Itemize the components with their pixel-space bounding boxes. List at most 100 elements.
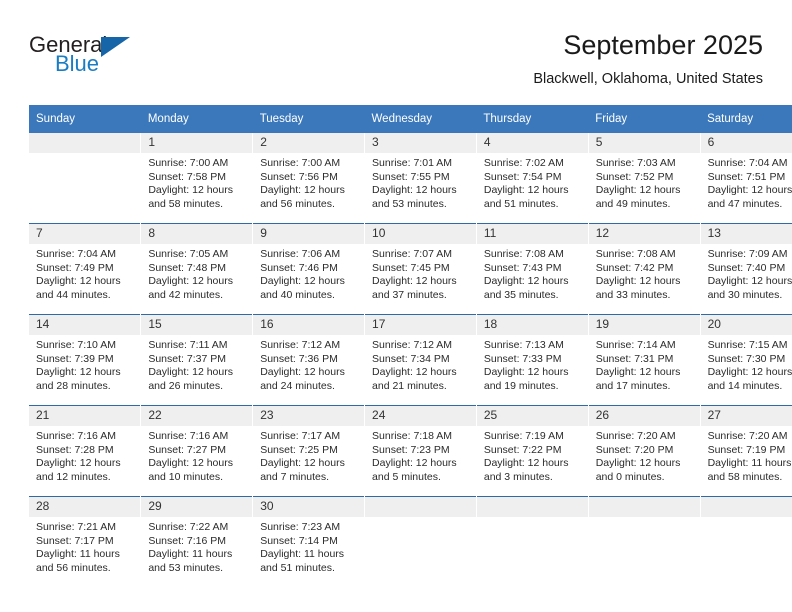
sunrise-text: Sunrise: 7:20 AM <box>707 430 788 442</box>
sunrise-text: Sunrise: 7:04 AM <box>707 157 788 169</box>
day-sun-info: Sunrise: 7:06 AM Sunset: 7:46 PM Daylight:… <box>253 244 364 302</box>
daylight-text: Daylight: 12 hours <box>260 457 345 470</box>
calendar-day-cell[interactable]: 16 Sunrise: 7:12 AM Sunset: 7:36 PM Dayligh… <box>252 314 366 406</box>
daylight-text-cont: and 21 minutes. <box>372 379 447 392</box>
sunset-text: Sunset: 7:42 PM <box>595 261 674 274</box>
daylight-text: Daylight: 12 hours <box>260 366 345 379</box>
day-number <box>700 497 792 517</box>
day-sun-info: Sunrise: 7:00 AM Sunset: 7:58 PM Daylight:… <box>141 153 252 211</box>
calendar-day-cell[interactable]: 9 Sunrise: 7:06 AM Sunset: 7:46 PM Daylight… <box>252 223 366 315</box>
sunrise-text: Sunrise: 7:21 AM <box>36 521 116 533</box>
day-number: 15 <box>141 315 253 335</box>
calendar-day-cell[interactable]: 30 Sunrise: 7:23 AM Sunset: 7:14 PM Dayligh… <box>252 496 366 587</box>
sunset-text: Sunset: 7:34 PM <box>372 352 450 365</box>
calendar-day-cell[interactable]: 29 Sunrise: 7:22 AM Sunset: 7:16 PM Dayligh… <box>140 496 254 587</box>
calendar-table: Sunday Monday Tuesday Wednesday Thursday Frid… <box>29 105 792 587</box>
daylight-text: Daylight: 12 hours <box>595 184 681 197</box>
calendar-day-cell[interactable]: 26 Sunrise: 7:20 AM Sunset: 7:20 PM Dayligh… <box>588 405 701 497</box>
calendar-day-cell[interactable]: 23 Sunrise: 7:17 AM Sunset: 7:25 PM Dayligh… <box>252 405 366 497</box>
sunrise-text: Sunrise: 7:12 AM <box>372 339 452 351</box>
calendar-day-cell-empty <box>476 496 589 587</box>
day-number: 23 <box>253 406 365 426</box>
calendar-day-cell[interactable]: 19 Sunrise: 7:14 AM Sunset: 7:31 PM Dayligh… <box>588 314 701 406</box>
day-sun-info: Sunrise: 7:07 AM Sunset: 7:45 PM Daylight:… <box>365 244 476 302</box>
daylight-text: Daylight: 11 hours <box>36 548 120 561</box>
calendar-day-cell[interactable]: 15 Sunrise: 7:11 AM Sunset: 7:37 PM Dayligh… <box>140 314 254 406</box>
day-number: 5 <box>588 133 700 153</box>
calendar-day-cell[interactable]: 13 Sunrise: 7:09 AM Sunset: 7:40 PM Dayligh… <box>700 223 792 315</box>
daylight-text-cont: and 37 minutes. <box>372 288 447 301</box>
sunset-text: Sunset: 7:40 PM <box>707 261 786 274</box>
calendar-day-cell[interactable]: 18 Sunrise: 7:13 AM Sunset: 7:33 PM Dayligh… <box>476 314 589 406</box>
general-blue-logo[interactable]: General Blue <box>29 32 149 80</box>
daylight-text: Daylight: 12 hours <box>36 275 121 288</box>
day-number: 6 <box>700 133 792 153</box>
sunrise-text: Sunrise: 7:06 AM <box>260 248 341 260</box>
day-number: 30 <box>253 497 365 517</box>
day-sun-info: Sunrise: 7:18 AM Sunset: 7:23 PM Daylight:… <box>365 426 476 484</box>
calendar-day-cell[interactable]: 24 Sunrise: 7:18 AM Sunset: 7:23 PM Dayligh… <box>364 405 477 497</box>
day-sun-info: Sunrise: 7:20 AM Sunset: 7:20 PM Daylight:… <box>589 426 700 484</box>
calendar-page: General Blue September 2025 Blackwell, O… <box>0 0 792 612</box>
day-sun-info: Sunrise: 7:23 AM Sunset: 7:14 PM Daylight:… <box>253 517 364 575</box>
sunset-text: Sunset: 7:51 PM <box>707 170 786 183</box>
calendar-day-cell[interactable]: 8 Sunrise: 7:05 AM Sunset: 7:48 PM Daylight… <box>140 223 254 315</box>
daylight-text-cont: and 49 minutes. <box>595 197 671 210</box>
sunset-text: Sunset: 7:43 PM <box>483 261 562 274</box>
calendar-day-cell[interactable]: 5 Sunrise: 7:03 AM Sunset: 7:52 PM Daylight… <box>588 133 701 224</box>
daylight-text: Daylight: 12 hours <box>372 457 457 470</box>
day-number: 29 <box>141 497 253 517</box>
day-sun-info: Sunrise: 7:09 AM Sunset: 7:40 PM Daylight:… <box>701 244 792 302</box>
calendar-day-cell[interactable]: 11 Sunrise: 7:08 AM Sunset: 7:43 PM Dayligh… <box>476 223 589 315</box>
calendar-day-cell[interactable]: 25 Sunrise: 7:19 AM Sunset: 7:22 PM Dayligh… <box>476 405 589 497</box>
weekday-header-sunday: Sunday <box>29 105 141 133</box>
calendar-day-cell[interactable]: 4 Sunrise: 7:02 AM Sunset: 7:54 PM Daylight… <box>476 133 589 224</box>
daylight-text: Daylight: 11 hours <box>707 457 792 470</box>
calendar-day-cell[interactable]: 22 Sunrise: 7:16 AM Sunset: 7:27 PM Dayligh… <box>140 405 254 497</box>
calendar-day-cell[interactable]: 12 Sunrise: 7:08 AM Sunset: 7:42 PM Dayligh… <box>588 223 701 315</box>
daylight-text-cont: and 5 minutes. <box>372 470 441 483</box>
daylight-text: Daylight: 12 hours <box>36 457 121 470</box>
day-number: 7 <box>29 224 141 244</box>
calendar-day-cell[interactable]: 3 Sunrise: 7:01 AM Sunset: 7:55 PM Daylight… <box>364 133 477 224</box>
sunrise-text: Sunrise: 7:22 AM <box>148 521 229 533</box>
sunset-text: Sunset: 7:30 PM <box>707 352 786 365</box>
daylight-text-cont: and 3 minutes. <box>483 470 553 483</box>
day-number: 19 <box>588 315 700 335</box>
calendar-week-row: 7 Sunrise: 7:04 AM Sunset: 7:49 PM Daylight… <box>29 223 792 315</box>
sunrise-text: Sunrise: 7:11 AM <box>148 339 228 351</box>
sunset-text: Sunset: 7:33 PM <box>483 352 562 365</box>
calendar-day-cell[interactable]: 21 Sunrise: 7:16 AM Sunset: 7:28 PM Dayligh… <box>29 405 142 497</box>
daylight-text: Daylight: 12 hours <box>260 275 345 288</box>
calendar-day-cell[interactable]: 20 Sunrise: 7:15 AM Sunset: 7:30 PM Dayligh… <box>700 314 792 406</box>
day-number: 27 <box>700 406 792 426</box>
sunset-text: Sunset: 7:16 PM <box>148 534 226 547</box>
sunrise-text: Sunrise: 7:08 AM <box>483 248 564 260</box>
sunrise-text: Sunrise: 7:16 AM <box>36 430 116 442</box>
day-sun-info: Sunrise: 7:12 AM Sunset: 7:36 PM Daylight:… <box>253 335 364 393</box>
calendar-day-cell[interactable]: 27 Sunrise: 7:20 AM Sunset: 7:19 PM Dayligh… <box>700 405 792 497</box>
page-title: September 2025 <box>563 30 763 60</box>
sunset-text: Sunset: 7:55 PM <box>372 170 450 183</box>
daylight-text: Daylight: 12 hours <box>372 275 457 288</box>
calendar-day-cell[interactable]: 6 Sunrise: 7:04 AM Sunset: 7:51 PM Daylight… <box>700 133 792 224</box>
sunset-text: Sunset: 7:22 PM <box>483 443 562 456</box>
daylight-text-cont: and 28 minutes. <box>36 379 111 392</box>
calendar-day-cell[interactable]: 14 Sunrise: 7:10 AM Sunset: 7:39 PM Dayligh… <box>29 314 142 406</box>
sunrise-text: Sunrise: 7:07 AM <box>372 248 452 260</box>
calendar-day-cell[interactable]: 28 Sunrise: 7:21 AM Sunset: 7:17 PM Dayligh… <box>29 496 142 587</box>
calendar-day-cell[interactable]: 17 Sunrise: 7:12 AM Sunset: 7:34 PM Dayligh… <box>364 314 477 406</box>
calendar-grid: Sunday Monday Tuesday Wednesday Thursday Frid… <box>29 105 792 587</box>
day-number: 20 <box>700 315 792 335</box>
day-number: 2 <box>253 133 365 153</box>
day-sun-info: Sunrise: 7:19 AM Sunset: 7:22 PM Daylight:… <box>477 426 588 484</box>
calendar-day-cell[interactable]: 7 Sunrise: 7:04 AM Sunset: 7:49 PM Daylight… <box>29 223 142 315</box>
sunset-text: Sunset: 7:36 PM <box>260 352 338 365</box>
sunrise-text: Sunrise: 7:09 AM <box>707 248 788 260</box>
calendar-day-cell[interactable]: 10 Sunrise: 7:07 AM Sunset: 7:45 PM Dayligh… <box>364 223 477 315</box>
sunrise-text: Sunrise: 7:16 AM <box>148 430 229 442</box>
logo-text-blue: Blue <box>55 51 100 76</box>
calendar-day-cell[interactable]: 1 Sunrise: 7:00 AM Sunset: 7:58 PM Daylight… <box>140 133 254 224</box>
calendar-week-row: 21 Sunrise: 7:16 AM Sunset: 7:28 PM Dayligh… <box>29 405 792 497</box>
calendar-day-cell[interactable]: 2 Sunrise: 7:00 AM Sunset: 7:56 PM Daylight… <box>252 133 366 224</box>
